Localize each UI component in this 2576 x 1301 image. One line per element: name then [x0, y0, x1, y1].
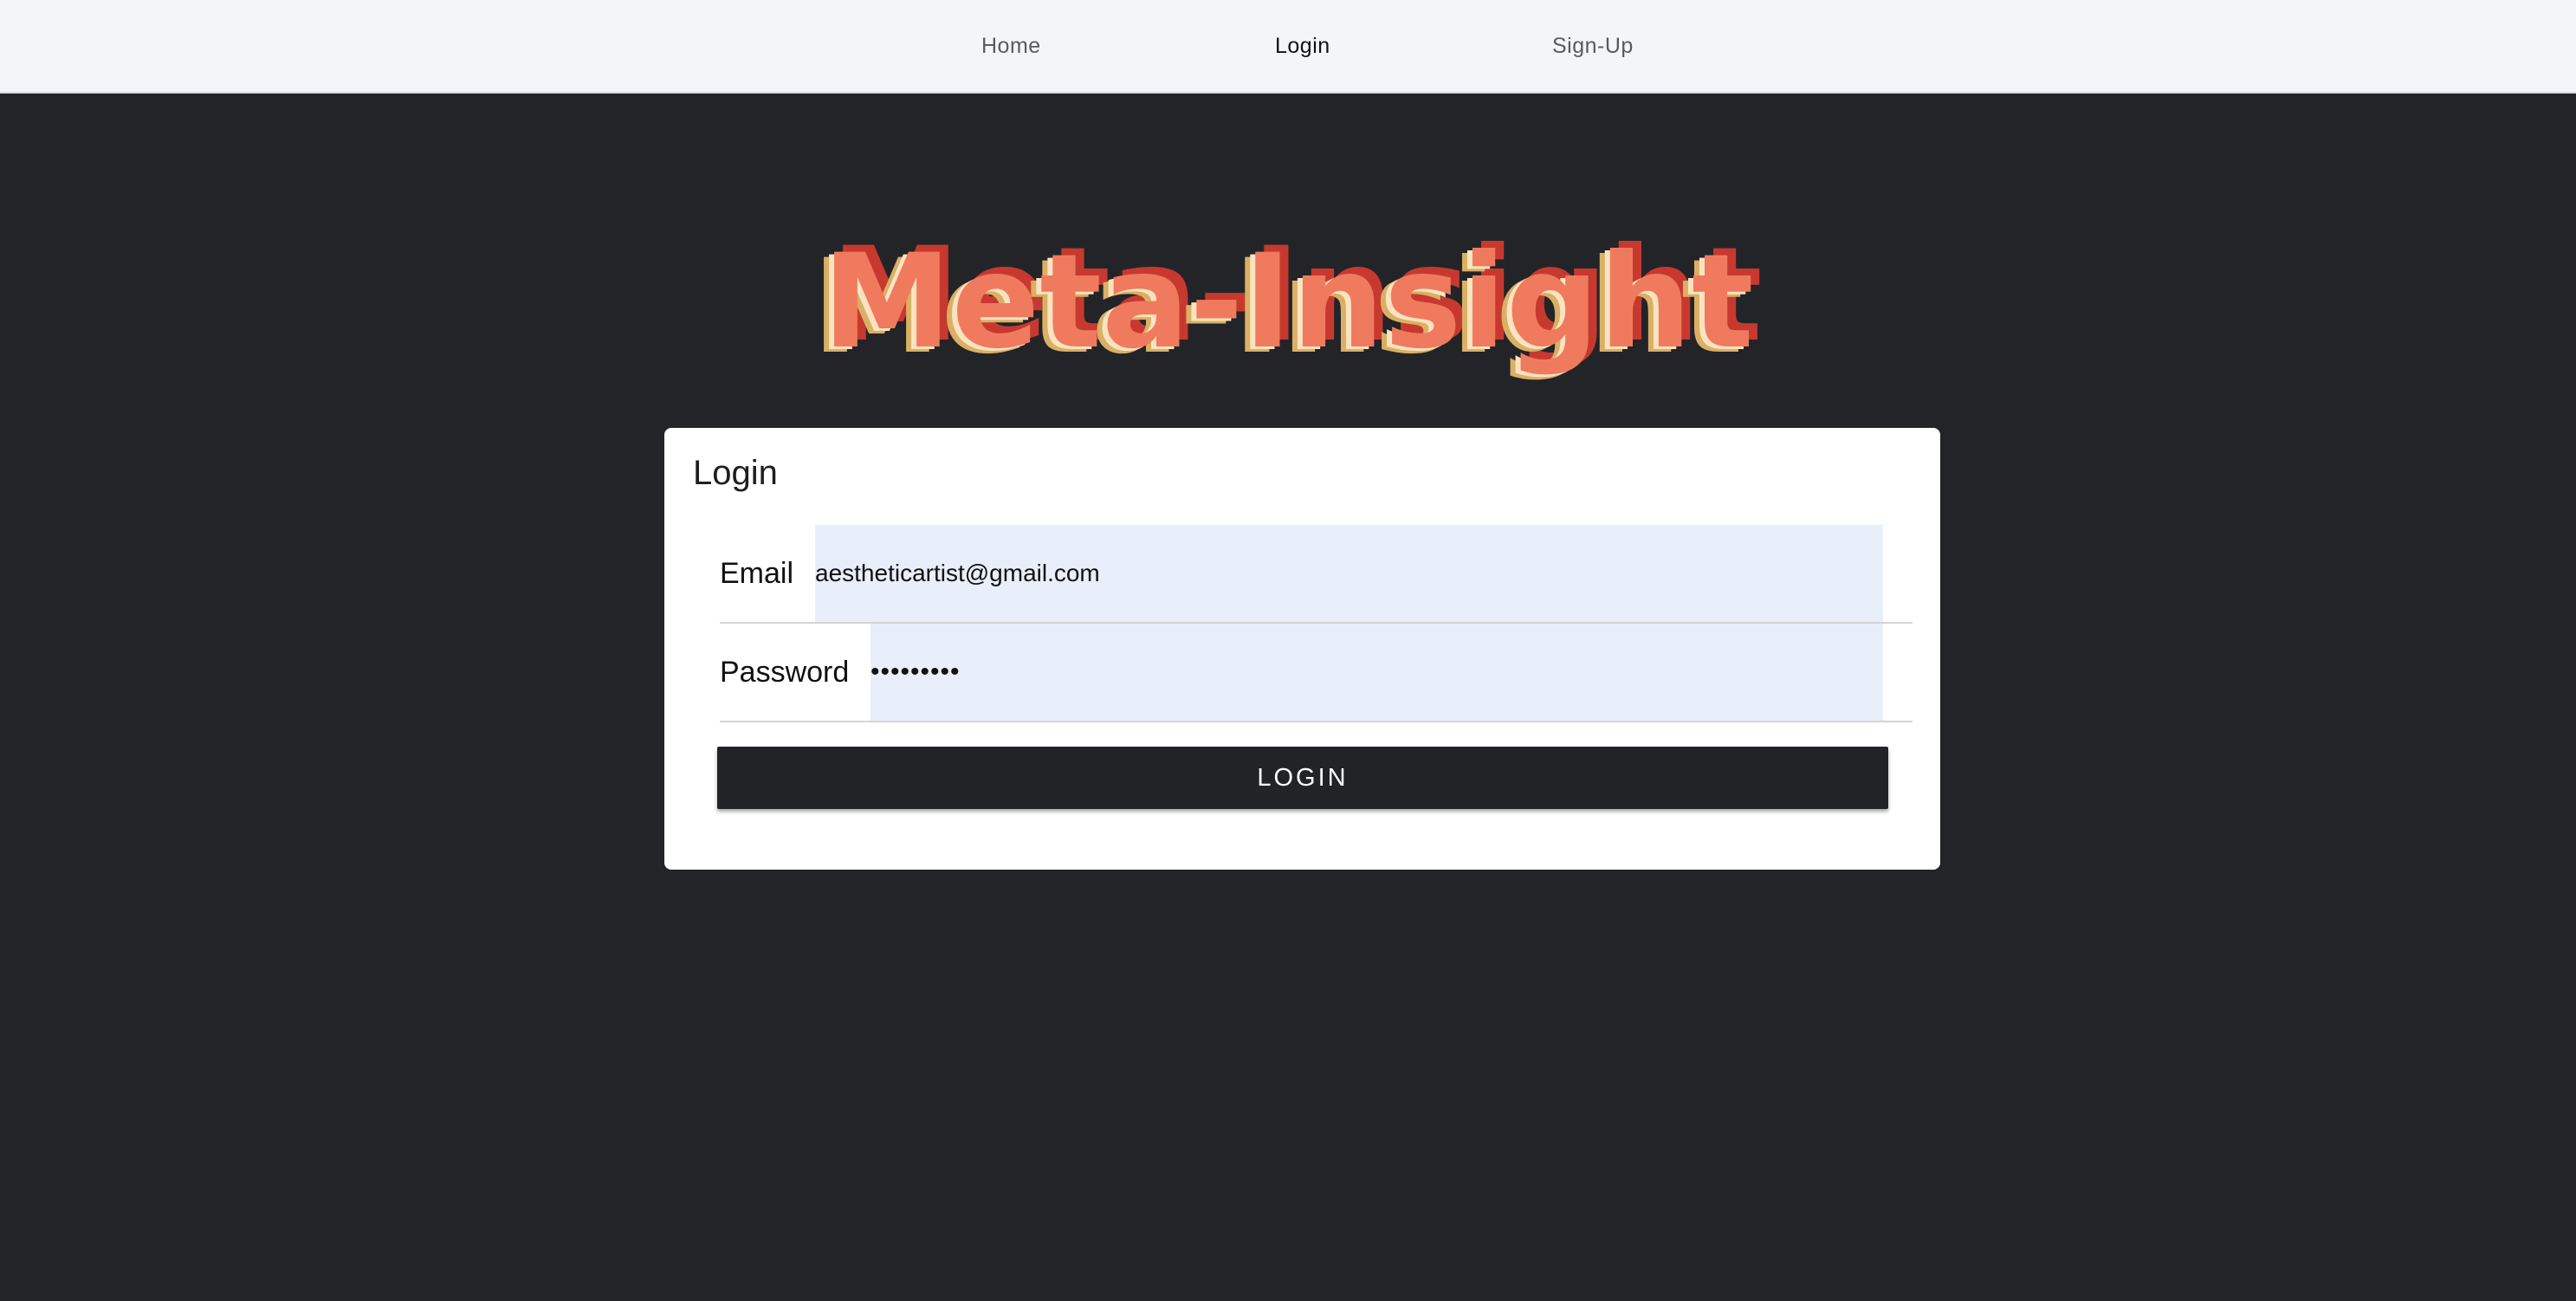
password-field-row: Password: [720, 624, 1913, 722]
password-field[interactable]: [871, 624, 1883, 721]
email-label: Email: [720, 557, 794, 590]
logo-title: Meta-Insight: [822, 227, 1753, 378]
email-field-row: Email: [720, 525, 1913, 624]
brand-logo: Meta-Insight Meta-Insight Meta-Insight M…: [0, 208, 2576, 390]
email-field[interactable]: [815, 525, 1883, 622]
nav-link-login[interactable]: Login: [1275, 0, 1330, 92]
nav-link-home[interactable]: Home: [981, 0, 1041, 92]
top-navbar: Home Login Sign-Up: [0, 0, 2576, 94]
password-label: Password: [720, 656, 850, 689]
nav-link-signup[interactable]: Sign-Up: [1552, 0, 1634, 92]
login-card: Login Email Password LOGIN: [664, 428, 1940, 870]
login-button[interactable]: LOGIN: [717, 747, 1888, 809]
login-card-title: Login: [693, 454, 778, 492]
